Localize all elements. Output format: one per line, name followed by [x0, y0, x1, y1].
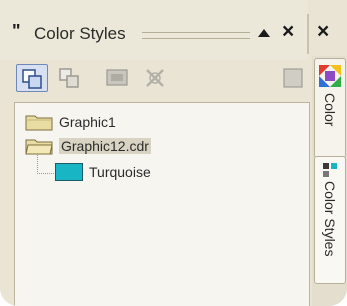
collapse-icon[interactable] [258, 29, 270, 37]
tree-item-label: Turquoise [89, 164, 151, 180]
title-rule [142, 32, 250, 39]
tab-label: Color Styles [322, 181, 338, 257]
panel-title: Color Styles [34, 24, 126, 43]
delete-button[interactable] [140, 64, 170, 92]
close-docker-icon[interactable]: × [317, 21, 329, 42]
color-swatch [55, 163, 83, 181]
toolbar [14, 56, 304, 100]
color-palette-icon [319, 65, 341, 87]
divider [307, 14, 309, 54]
side-tabs: Color Color Styles [312, 56, 347, 306]
tab-color-styles[interactable]: Color Styles [314, 156, 346, 284]
title-bar[interactable]: " Color Styles × [0, 0, 308, 60]
options-button[interactable] [278, 64, 308, 92]
tab-color[interactable]: Color [314, 58, 346, 158]
delete-icon [146, 69, 164, 87]
folder-icon [25, 113, 53, 131]
tree-item-label: Graphic1 [59, 114, 116, 130]
tree-item-selected[interactable]: Graphic12.cdr [25, 135, 151, 157]
tree-item[interactable]: Graphic1 [25, 111, 116, 133]
styles-tree[interactable]: Graphic1 Graphic12.cdr Turquoise [14, 102, 310, 306]
new-child-style-button[interactable] [54, 64, 84, 92]
tree-connector [37, 155, 54, 174]
convert-button[interactable] [102, 64, 132, 92]
color-styles-docker: " Color Styles × × Graphic1 Graphic12.cd… [0, 0, 347, 306]
color-styles-icon [323, 163, 337, 177]
tree-item[interactable]: Turquoise [55, 161, 151, 183]
close-icon[interactable]: × [282, 21, 294, 42]
folder-open-icon [25, 137, 53, 155]
new-style-button[interactable] [16, 64, 48, 92]
new-style-icon [22, 69, 42, 89]
new-child-icon [59, 68, 79, 88]
options-icon [283, 68, 303, 88]
grip-icon[interactable]: " [12, 22, 21, 40]
convert-icon [106, 69, 128, 86]
tree-item-label: Graphic12.cdr [59, 138, 151, 154]
tab-label: Color [322, 93, 338, 127]
